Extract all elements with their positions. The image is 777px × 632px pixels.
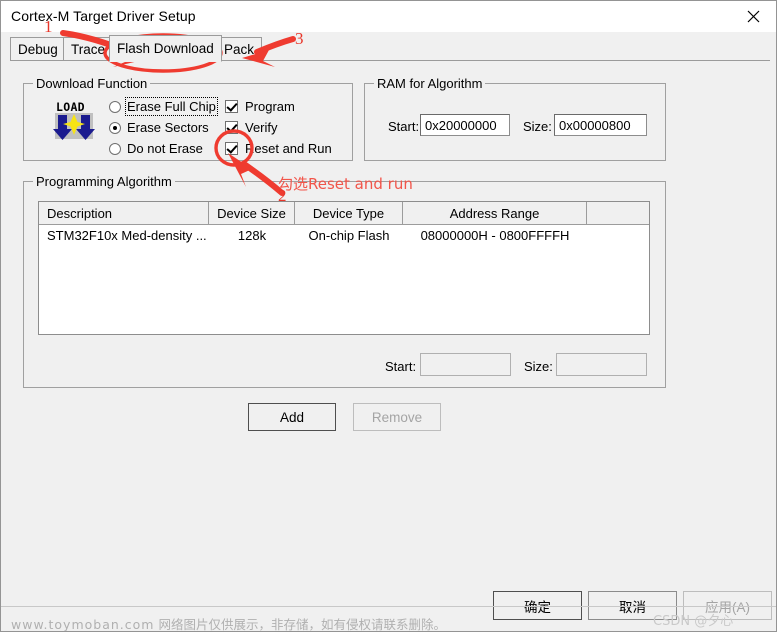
checkbox-verify[interactable]: Verify: [225, 120, 278, 135]
tab-strip: Debug Trace Flash Download Pack: [1, 32, 776, 62]
bottom-divider: [1, 606, 776, 607]
ram-size-label: Size:: [523, 119, 552, 134]
checkbox-program[interactable]: Program: [225, 99, 295, 114]
ram-size-input[interactable]: 0x00000800: [554, 114, 647, 136]
download-function-group-label: Download Function: [33, 76, 151, 91]
add-button-label: Add: [279, 409, 305, 425]
tab-debug-label: Debug: [18, 42, 58, 57]
cell-device-size: 128k: [237, 228, 267, 243]
algo-size-input[interactable]: [556, 353, 647, 376]
radio-erase-full-chip[interactable]: Erase Full Chip: [109, 97, 218, 116]
checkbox-verify-indicator: [225, 121, 238, 134]
column-header-device-size[interactable]: Device Size: [209, 202, 295, 224]
close-icon[interactable]: [730, 1, 776, 32]
checkbox-reset-and-run-label: Reset and Run: [245, 141, 332, 156]
cortex-m-target-driver-setup-dialog: Cortex-M Target Driver Setup Debug Trace…: [0, 0, 777, 632]
tab-pack[interactable]: Pack: [216, 37, 263, 61]
checkbox-reset-and-run[interactable]: Reset and Run: [225, 141, 332, 156]
svg-text:LOAD: LOAD: [56, 100, 85, 114]
ram-start-input[interactable]: 0x20000000: [420, 114, 510, 136]
table-header-row: Description Device Size Device Type Addr…: [39, 202, 649, 225]
radio-erase-full-chip-label: Erase Full Chip: [125, 97, 218, 116]
radio-do-not-erase-indicator: [109, 142, 121, 155]
algo-size-label: Size:: [524, 359, 553, 374]
checkbox-program-label: Program: [245, 99, 295, 114]
cell-address-range: 08000000H - 0800FFFFH: [420, 228, 570, 243]
programming-algorithm-table[interactable]: Description Device Size Device Type Addr…: [38, 201, 650, 335]
tab-debug[interactable]: Debug: [10, 37, 66, 61]
title-bar: Cortex-M Target Driver Setup: [1, 1, 776, 32]
watermark-url: www.toymoban.com: [11, 617, 155, 632]
cell-description: STM32F10x Med-density ...: [47, 228, 207, 243]
programming-algorithm-group-label: Programming Algorithm: [33, 174, 175, 189]
add-button[interactable]: Add: [248, 403, 336, 431]
tab-flash-download-label: Flash Download: [117, 41, 214, 56]
algo-start-input[interactable]: [420, 353, 511, 376]
page-title: Cortex-M Target Driver Setup: [11, 8, 196, 24]
table-row[interactable]: STM32F10x Med-density ... 128k On-chip F…: [39, 225, 649, 246]
checkbox-verify-label: Verify: [245, 120, 278, 135]
radio-erase-sectors-label: Erase Sectors: [127, 120, 209, 135]
ram-size-value: 0x00000800: [559, 117, 631, 133]
radio-erase-sectors-indicator: [109, 121, 121, 134]
ram-start-value: 0x20000000: [425, 117, 497, 133]
column-header-device-type[interactable]: Device Type: [295, 202, 403, 224]
checkbox-program-indicator: [225, 100, 238, 113]
radio-do-not-erase[interactable]: Do not Erase: [109, 141, 203, 156]
tab-flash-download[interactable]: Flash Download: [109, 35, 222, 62]
tab-pack-label: Pack: [224, 42, 255, 57]
csdn-watermark: CSDN @夕心: [653, 614, 734, 629]
radio-do-not-erase-label: Do not Erase: [127, 141, 203, 156]
remove-button-label: Remove: [371, 409, 423, 425]
watermark-notice: 网络图片仅供展示，非存储，如有侵权请联系删除。: [158, 617, 446, 632]
column-header-blank[interactable]: [587, 202, 649, 224]
watermark-text: www.toymoban.com 网络图片仅供展示，非存储，如有侵权请联系删除。: [11, 614, 446, 632]
ram-for-algorithm-group-label: RAM for Algorithm: [374, 76, 486, 91]
algo-start-label: Start:: [385, 359, 417, 374]
tab-trace[interactable]: Trace: [63, 37, 114, 61]
tab-trace-label: Trace: [71, 42, 106, 57]
column-header-description[interactable]: Description: [39, 202, 209, 224]
radio-erase-full-chip-indicator: [109, 100, 121, 113]
ram-start-label: Start:: [388, 119, 420, 134]
cell-extra: [587, 225, 649, 246]
column-header-address-range[interactable]: Address Range: [403, 202, 587, 224]
load-icon: LOAD: [51, 99, 99, 143]
radio-erase-sectors[interactable]: Erase Sectors: [109, 120, 209, 135]
cell-device-type: On-chip Flash: [308, 228, 390, 243]
remove-button: Remove: [353, 403, 441, 431]
checkbox-reset-and-run-indicator: [225, 142, 238, 155]
